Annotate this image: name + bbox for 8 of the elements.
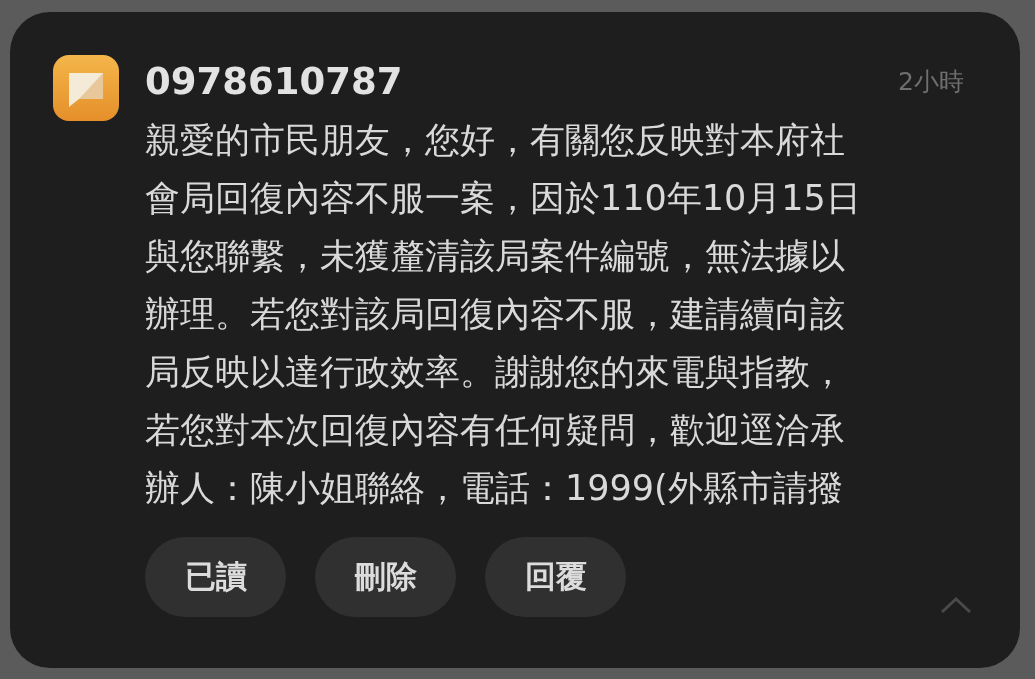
message-app-icon <box>53 55 119 121</box>
action-button[interactable]: 刪除 <box>315 537 456 617</box>
message-text: 親愛的市民朋友，您好，有關您反映對本府社 會局回復內容不服一案，因於110年10月15日 與您聯繫，未獲釐清該局案件編號，無法據以 辦理。若您對該局回復內容不服，建請續向該 局反映以達行政效率。謝謝您的來電與指教， 若您對本次回復內容有任何疑問，歡迎逕洽承 辦人：陳小姐聯絡，電話：1999(外縣市請撥 <box>145 119 862 510</box>
action-button[interactable]: 回覆 <box>485 537 626 617</box>
action-button[interactable]: 已讀 <box>145 537 286 617</box>
time-label: 2小時 <box>898 65 964 98</box>
sender-number: 0978610787 <box>145 59 403 103</box>
collapse-chevron-icon[interactable] <box>940 596 972 614</box>
